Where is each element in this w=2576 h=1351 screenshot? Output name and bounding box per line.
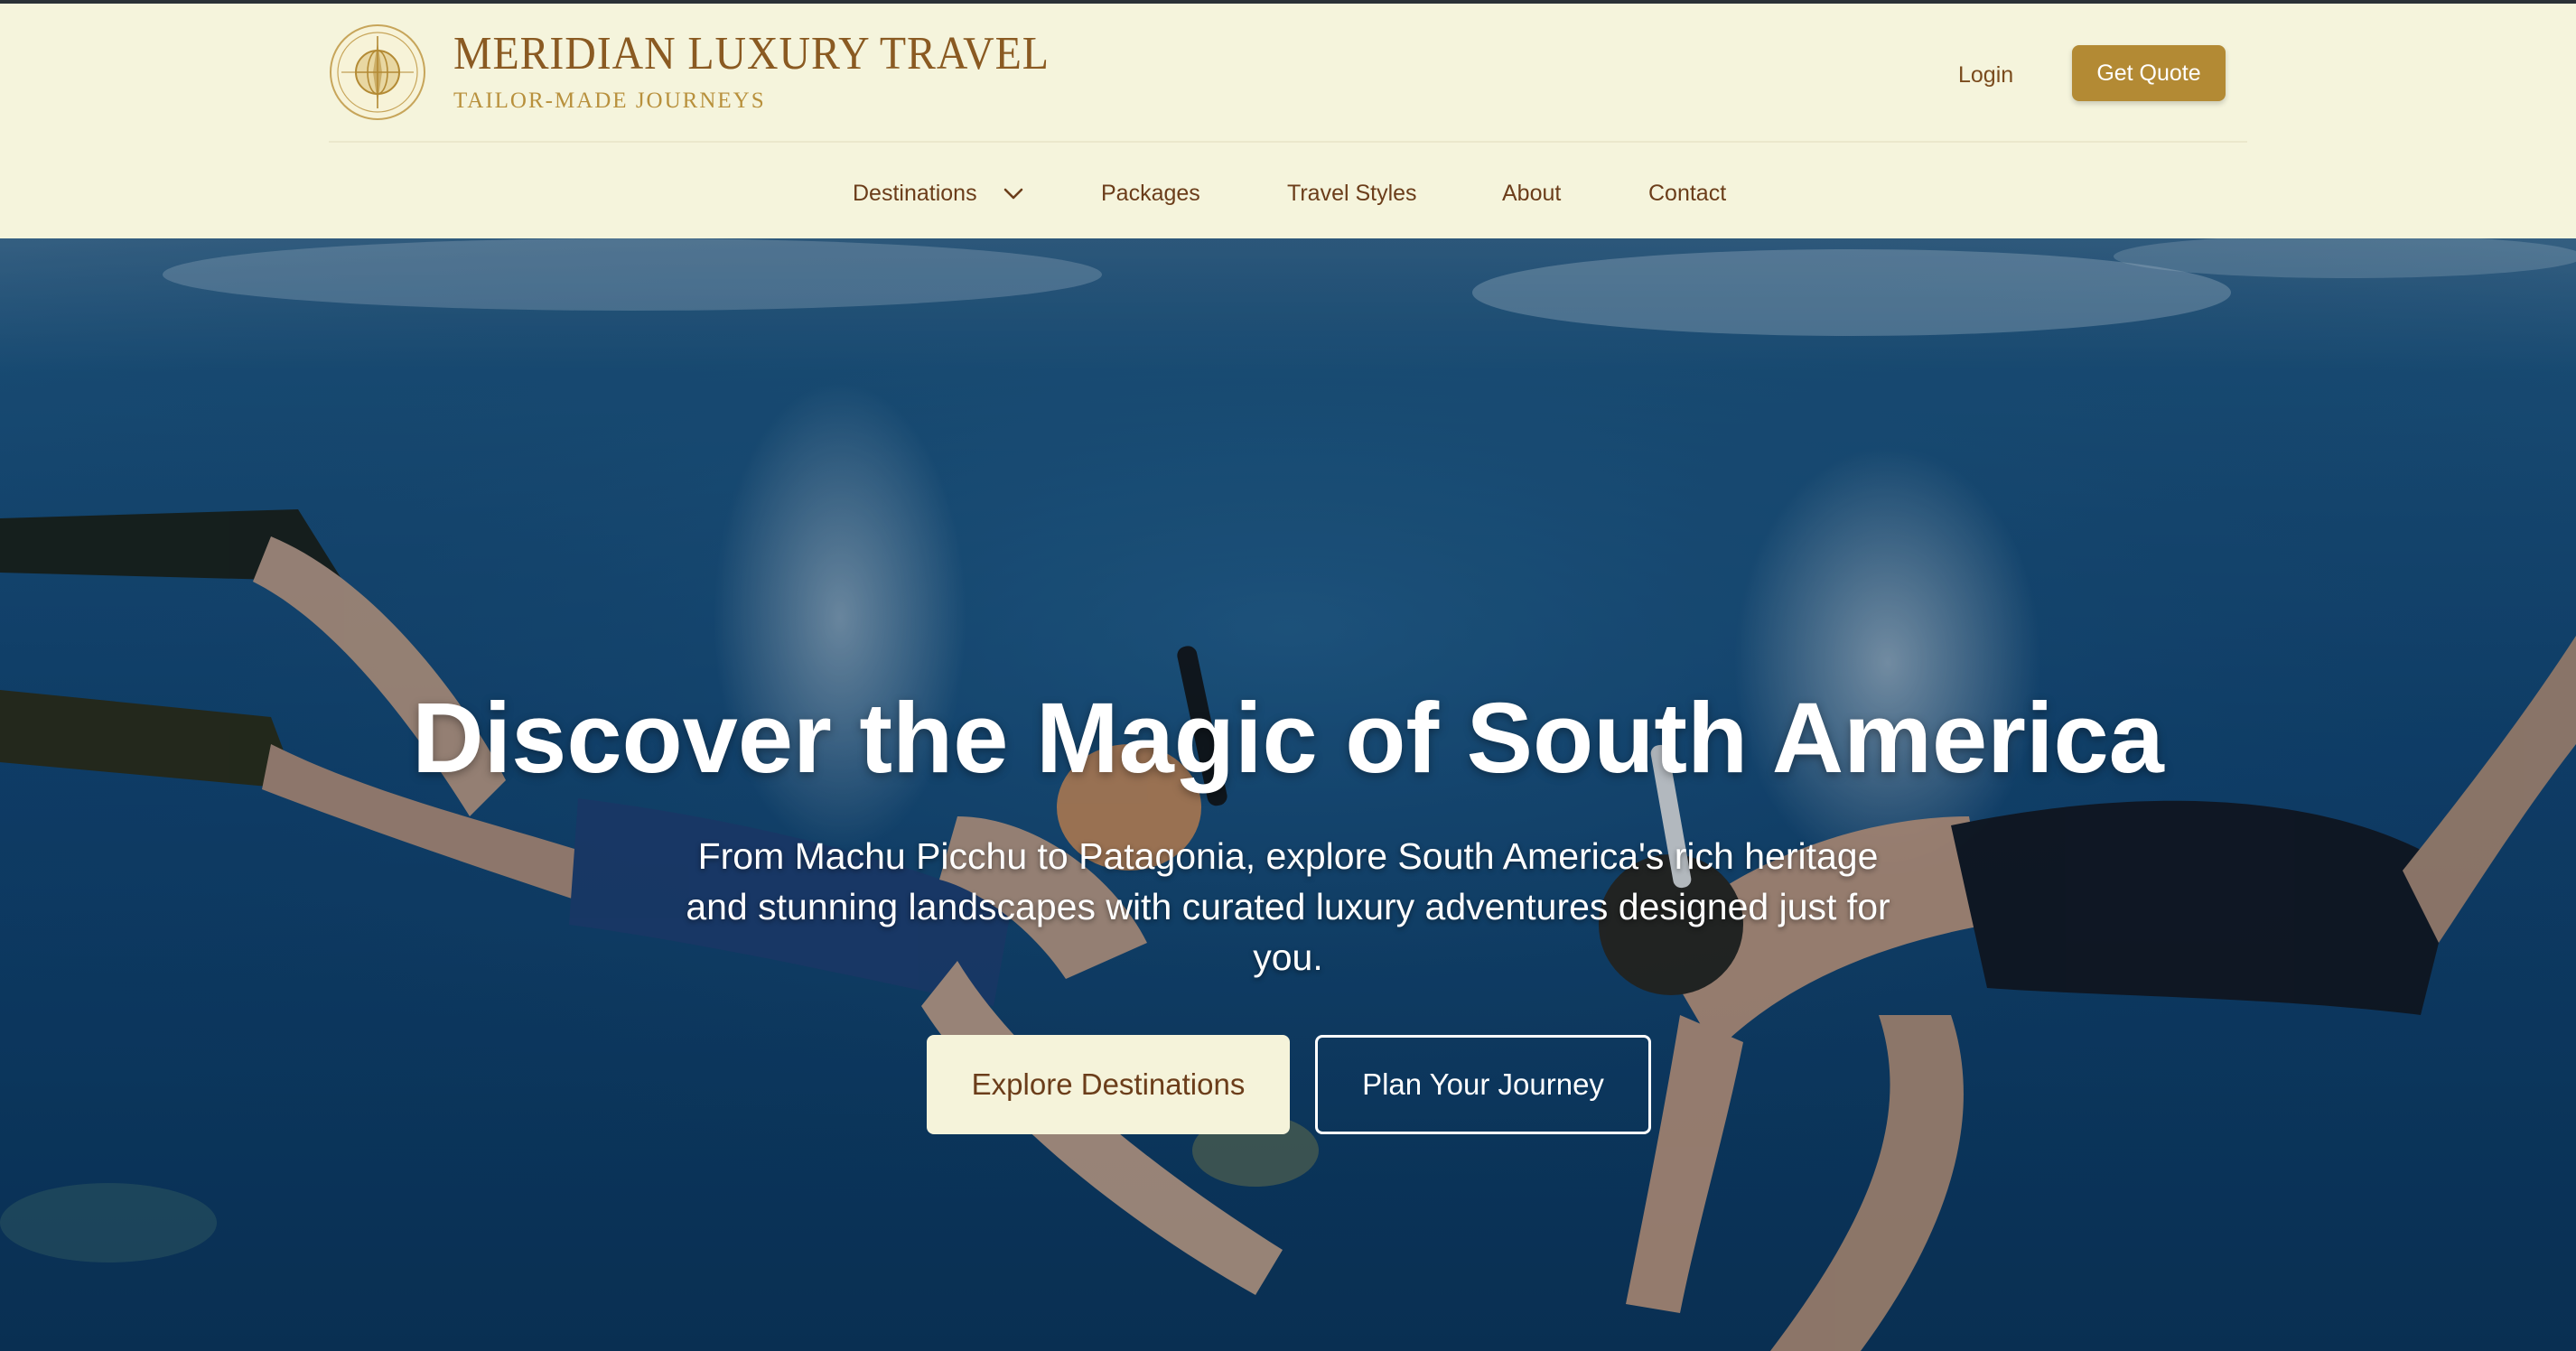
nav-item-travel-styles[interactable]: Travel Styles xyxy=(1287,166,1417,220)
hero-subtitle: From Machu Picchu to Patagonia, explore … xyxy=(686,835,1890,978)
header-divider xyxy=(329,141,2247,143)
hero-title: Discover the Magic of South America xyxy=(412,683,2164,794)
main-nav: Destinations Packages Travel Styles Abou… xyxy=(0,166,2576,220)
chevron-down-icon[interactable] xyxy=(1001,182,1026,204)
hero-section: Discover the Magic of South America From… xyxy=(0,238,2576,1351)
get-quote-button[interactable]: Get Quote xyxy=(2072,45,2226,101)
brand-tagline: TAILOR-MADE JOURNEYS xyxy=(453,89,766,113)
nav-item-destinations[interactable]: Destinations xyxy=(853,166,977,220)
nav-item-packages[interactable]: Packages xyxy=(1101,166,1200,220)
brand-name: MERIDIAN LUXURY TRAVEL xyxy=(453,28,1050,79)
site-header: MERIDIAN LUXURY TRAVEL TAILOR-MADE JOURN… xyxy=(0,4,2576,238)
explore-destinations-button[interactable]: Explore Destinations xyxy=(927,1035,1290,1134)
login-link[interactable]: Login xyxy=(1958,52,2013,98)
plan-your-journey-button[interactable]: Plan Your Journey xyxy=(1315,1035,1651,1134)
nav-item-about[interactable]: About xyxy=(1502,166,1561,220)
brand-text: MERIDIAN LUXURY TRAVEL TAILOR-MADE JOURN… xyxy=(453,31,1101,114)
nav-item-contact[interactable]: Contact xyxy=(1648,166,1726,220)
compass-globe-emblem-icon xyxy=(330,24,425,120)
brand-logo-link[interactable]: MERIDIAN LUXURY TRAVEL TAILOR-MADE JOURN… xyxy=(329,23,1101,121)
